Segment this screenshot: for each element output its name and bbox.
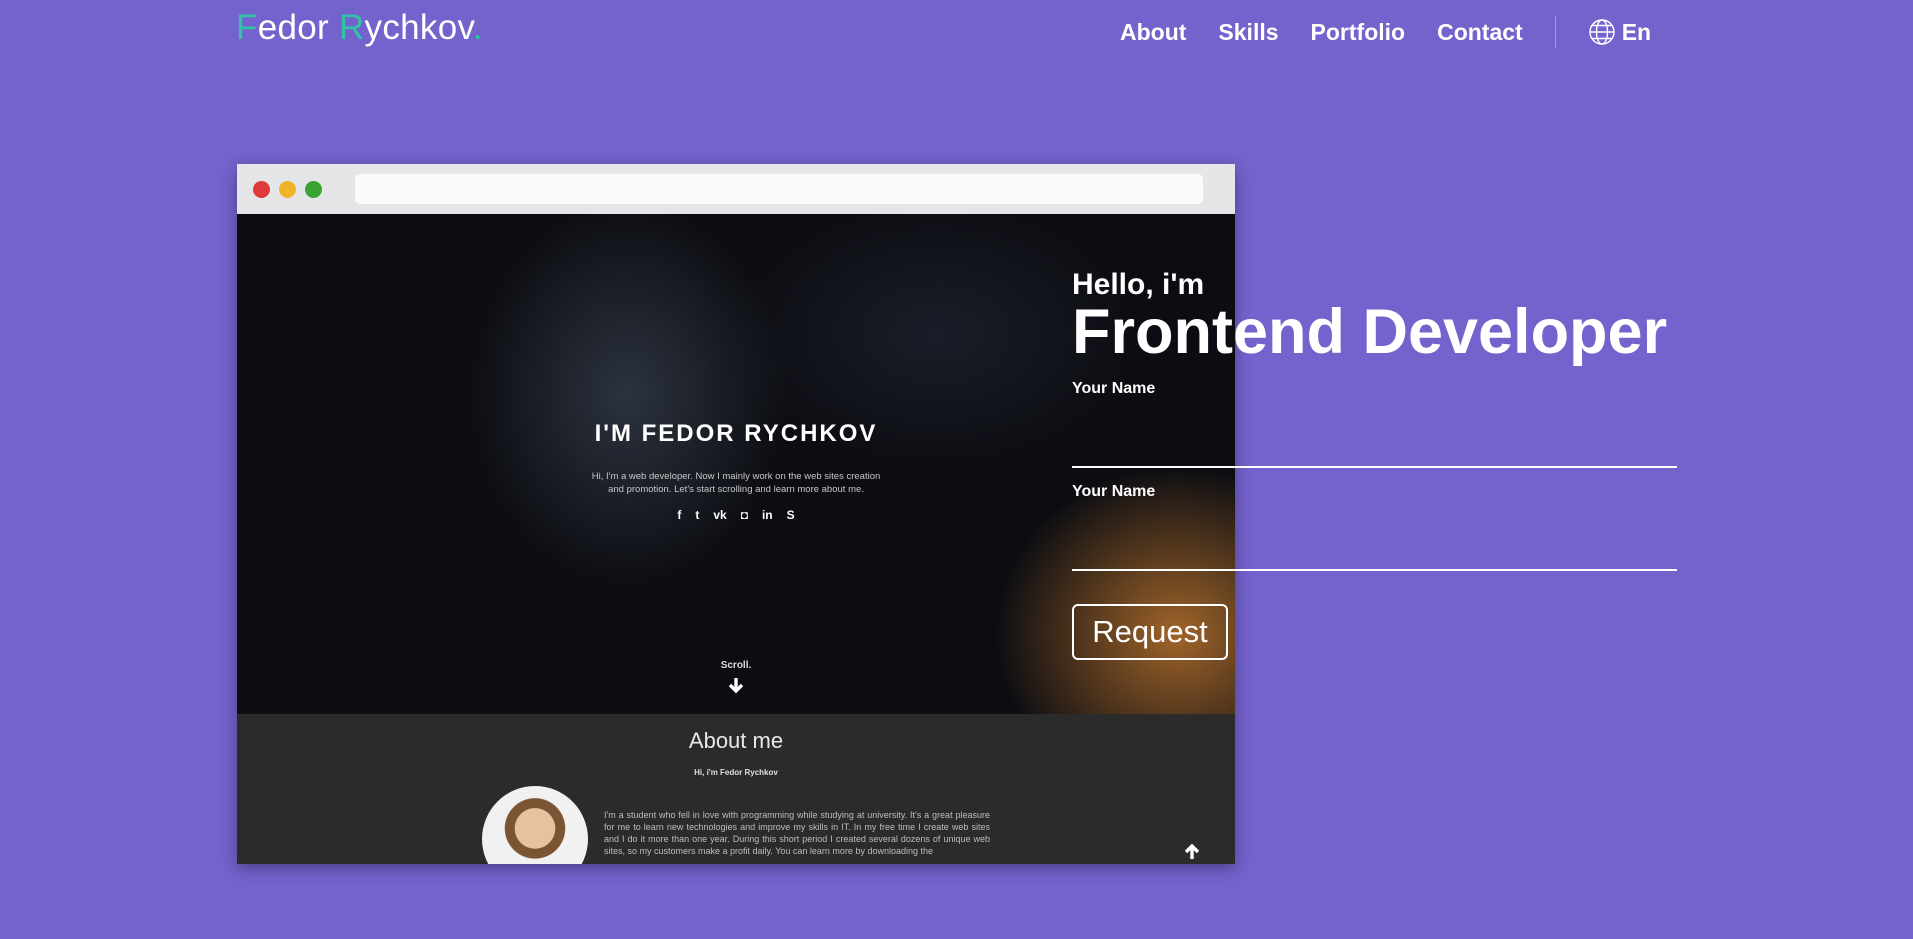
linkedin-icon: in xyxy=(761,508,773,522)
instagram-icon: ◘ xyxy=(740,508,748,522)
second-field[interactable] xyxy=(1072,529,1677,571)
logo-initial-last: R xyxy=(338,8,365,47)
second-field-label: Your Name xyxy=(1072,483,1156,500)
nav-divider xyxy=(1554,16,1556,48)
scroll-label: Scroll. xyxy=(720,660,752,671)
logo-initial-first: F xyxy=(236,8,258,47)
name-field[interactable] xyxy=(1072,426,1677,468)
nav-skills[interactable]: Skills xyxy=(1218,19,1278,46)
address-bar xyxy=(355,174,1203,204)
facebook-icon: f xyxy=(677,508,682,522)
logo-first-name: edor xyxy=(257,8,339,47)
skype-icon: S xyxy=(786,508,795,522)
nav-about[interactable]: About xyxy=(1120,19,1186,46)
twitter-icon: t xyxy=(695,508,700,522)
browser-toolbar xyxy=(237,164,1235,214)
mockup-social-links: f t vk ◘ in S xyxy=(237,508,1235,522)
logo-dot: . xyxy=(472,8,483,47)
window-maximize-dot xyxy=(305,181,322,198)
mockup-scroll-cue: Scroll. xyxy=(237,660,1235,695)
language-switcher[interactable]: En xyxy=(1588,18,1651,46)
window-close-dot xyxy=(253,181,270,198)
name-field-label: Your Name xyxy=(1072,380,1156,397)
arrow-down-icon xyxy=(728,678,744,694)
arrow-up-icon xyxy=(1184,843,1200,859)
nav-contact[interactable]: Contact xyxy=(1437,19,1523,46)
language-label: En xyxy=(1621,18,1652,45)
main-nav: About Skills Portfolio Contact En xyxy=(1120,16,1651,48)
request-button[interactable]: Request xyxy=(1072,604,1228,660)
logo-last-name: ychkov xyxy=(364,8,473,47)
hero-role-title: Frontend Developer xyxy=(1072,297,1668,367)
mockup-about-section: About me Hi, i'm Fedor Rychkov I'm a stu… xyxy=(237,714,1235,864)
globe-icon xyxy=(1589,19,1615,45)
mockup-about-subtitle: Hi, i'm Fedor Rychkov xyxy=(694,768,778,777)
window-minimize-dot xyxy=(279,181,296,198)
mockup-about-title: About me xyxy=(688,728,784,753)
nav-portfolio[interactable]: Portfolio xyxy=(1311,19,1406,46)
mockup-about-text: I'm a student who fell in love with prog… xyxy=(604,810,990,856)
avatar xyxy=(482,786,588,864)
vk-icon: vk xyxy=(713,508,727,522)
site-logo[interactable]: Fedor Rychkov. xyxy=(236,8,483,48)
mockup-hero-subtitle: Hi, I'm a web developer. Now I mainly wo… xyxy=(591,471,881,495)
